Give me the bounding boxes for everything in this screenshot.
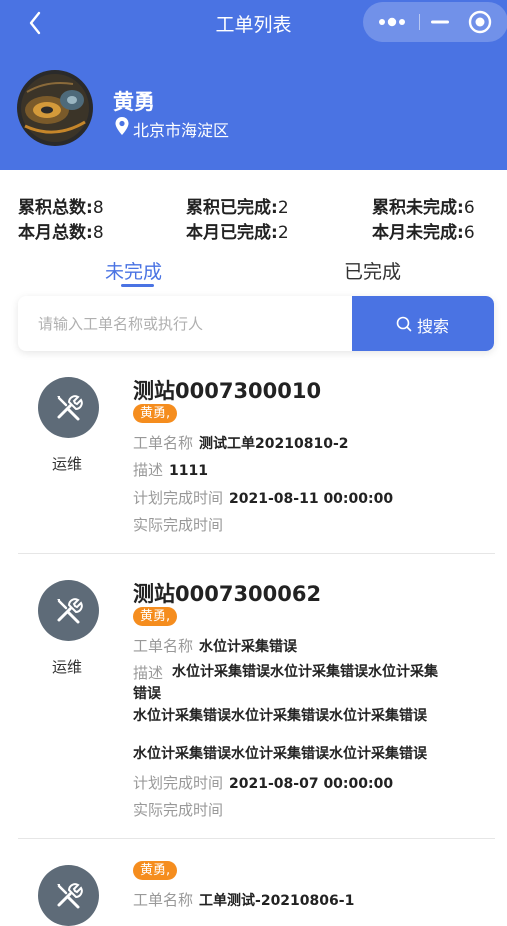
order-actual-row: 实际完成时间 bbox=[133, 514, 223, 535]
stat-month-done-value: 2 bbox=[277, 223, 289, 243]
order-plan-label: 计划完成时间 bbox=[133, 774, 224, 792]
order-desc-label: 描述 bbox=[133, 664, 164, 682]
order-type-icon bbox=[38, 865, 99, 926]
card-divider bbox=[18, 838, 495, 839]
order-desc-line: 水位计采集错误水位计采集错误水位计采集 bbox=[172, 664, 438, 680]
stat-total-value: 8 bbox=[92, 198, 104, 218]
order-title: 测站0007300062 bbox=[133, 582, 322, 606]
more-icon[interactable] bbox=[375, 10, 411, 34]
tab-incomplete[interactable]: 未完成 bbox=[105, 257, 162, 284]
order-plan-value: 2021-08-07 00:00:00 bbox=[229, 776, 394, 792]
order-actual-row: 实际完成时间 bbox=[133, 799, 223, 820]
order-desc-row: 描述 bbox=[133, 662, 163, 683]
stat-month-done: 本月已完成:2 bbox=[186, 218, 289, 243]
order-plan-label: 计划完成时间 bbox=[133, 489, 224, 507]
capsule-divider bbox=[419, 14, 420, 30]
stat-done: 累积已完成:2 bbox=[186, 193, 289, 218]
order-name-value: 水位计采集错误 bbox=[199, 639, 298, 655]
stat-month-undone: 本月未完成:6 bbox=[372, 218, 475, 243]
close-circle-icon[interactable] bbox=[467, 9, 493, 35]
user-location: 北京市海淀区 bbox=[133, 121, 230, 140]
tab-complete[interactable]: 已完成 bbox=[344, 257, 401, 284]
order-plan-value: 2021-08-11 00:00:00 bbox=[229, 491, 394, 507]
order-name-value: 测试工单20210810-2 bbox=[199, 436, 349, 452]
stat-month-total: 本月总数:8 bbox=[18, 218, 104, 243]
stat-undone: 累积未完成:6 bbox=[372, 193, 475, 218]
order-plan-row: 计划完成时间 2021-08-11 00:00:00 bbox=[133, 487, 393, 508]
header-bar: 工单列表 黄勇 北京市海淀区 bbox=[0, 0, 507, 170]
search-button-label: 搜索 bbox=[417, 317, 450, 336]
stat-month-done-label: 本月已完成: bbox=[186, 223, 278, 243]
card-divider bbox=[18, 553, 495, 554]
order-name-row: 工单名称 水位计采集错误 bbox=[133, 635, 297, 656]
search-input[interactable] bbox=[18, 296, 352, 351]
avatar bbox=[17, 70, 93, 146]
order-title: 测站0007300010 bbox=[133, 379, 322, 403]
stat-month-total-label: 本月总数: bbox=[18, 223, 93, 243]
stat-total: 累积总数:8 bbox=[18, 193, 104, 218]
search-icon bbox=[396, 316, 412, 332]
order-actual-label: 实际完成时间 bbox=[133, 801, 224, 819]
stat-done-value: 2 bbox=[277, 198, 289, 218]
assignee-badge: 黄勇, bbox=[133, 404, 178, 423]
stat-month-undone-value: 6 bbox=[463, 223, 475, 243]
order-type: 运维 bbox=[52, 658, 83, 676]
search-bar: 搜索 bbox=[18, 296, 494, 351]
search-button[interactable]: 搜索 bbox=[352, 296, 494, 351]
user-name: 黄勇 bbox=[113, 90, 155, 114]
assignee-badge: 黄勇, bbox=[133, 861, 178, 880]
order-name-label: 工单名称 bbox=[133, 434, 194, 452]
location-pin-icon bbox=[115, 117, 129, 135]
order-plan-row: 计划完成时间 2021-08-07 00:00:00 bbox=[133, 772, 393, 793]
stat-done-label: 累积已完成: bbox=[186, 198, 278, 218]
order-name-label: 工单名称 bbox=[133, 891, 194, 909]
order-name-value: 工单测试-20210806-1 bbox=[199, 893, 355, 909]
order-name-row: 工单名称 测试工单20210810-2 bbox=[133, 432, 349, 453]
order-type: 运维 bbox=[52, 455, 83, 473]
order-name-label: 工单名称 bbox=[133, 637, 194, 655]
order-desc-value: 1111 bbox=[169, 463, 208, 479]
minimize-icon[interactable] bbox=[426, 10, 454, 34]
tools-icon bbox=[57, 598, 83, 624]
stat-month-undone-label: 本月未完成: bbox=[372, 223, 464, 243]
tools-icon bbox=[57, 395, 83, 421]
order-type-icon bbox=[38, 580, 99, 641]
order-actual-label: 实际完成时间 bbox=[133, 516, 224, 534]
tools-icon bbox=[57, 883, 83, 909]
order-desc-row: 描述 1111 bbox=[133, 459, 208, 480]
stat-month-total-value: 8 bbox=[92, 223, 104, 243]
order-desc-line: 错误 bbox=[133, 686, 161, 702]
order-desc-line: 水位计采集错误水位计采集错误水位计采集错误 bbox=[133, 708, 427, 724]
stat-total-label: 累积总数: bbox=[18, 198, 93, 218]
stat-undone-label: 累积未完成: bbox=[372, 198, 464, 218]
assignee-badge: 黄勇, bbox=[133, 607, 178, 626]
tab-active-indicator bbox=[121, 284, 154, 287]
order-desc-label: 描述 bbox=[133, 461, 164, 479]
stat-undone-value: 6 bbox=[463, 198, 475, 218]
order-desc-line: 水位计采集错误水位计采集错误水位计采集错误 bbox=[133, 746, 427, 762]
order-name-row: 工单名称 工单测试-20210806-1 bbox=[133, 889, 354, 910]
mini-program-capsule bbox=[363, 2, 507, 42]
order-type-icon bbox=[38, 377, 99, 438]
